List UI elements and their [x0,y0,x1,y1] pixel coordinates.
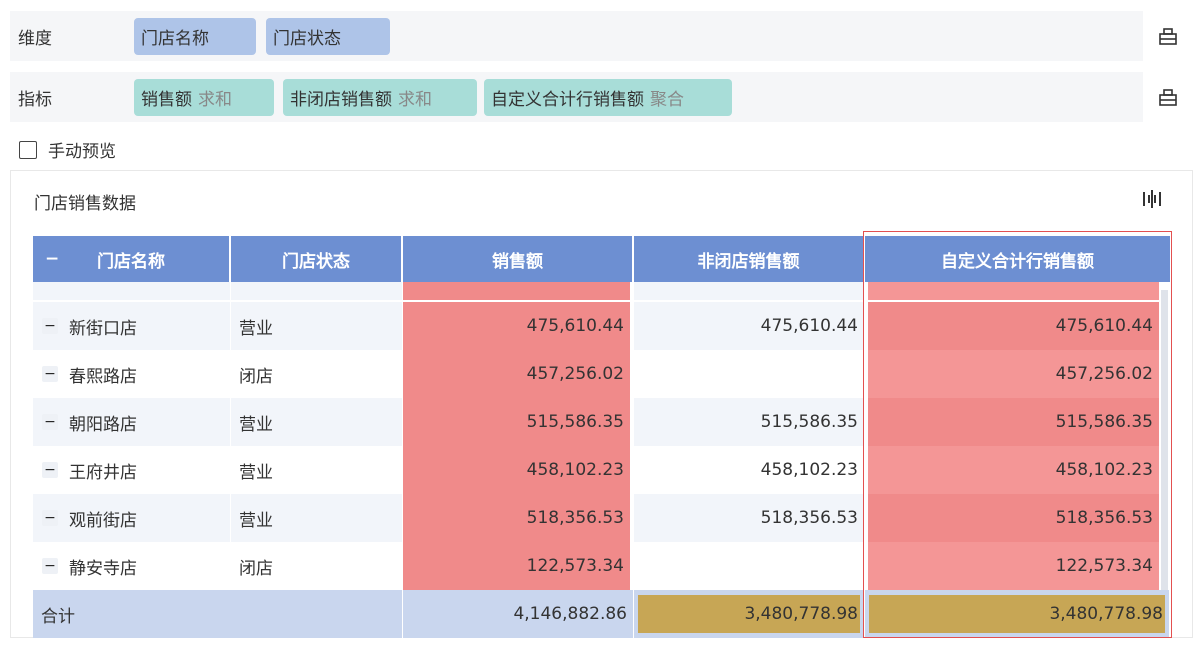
header-label: 自定义合计行销售额 [941,251,1094,272]
collapse-row-icon[interactable]: − [42,318,58,334]
sales-table: − 门店名称 门店状态 销售额 非闭店销售额 自定义合计行销售额 − 新街口店 营业… [33,236,1170,638]
header-custom-total-sales[interactable]: 自定义合计行销售额 [865,236,1170,282]
manual-preview-toggle[interactable]: 手动预览 [19,137,116,162]
custom-sales-value: 475,610.44 [868,302,1160,350]
measure-bar: 指标 销售额 求和 非闭店销售额 求和 自定义合计行销售额 聚合 [10,72,1193,122]
table-row-partial [634,282,865,300]
header-open-sales[interactable]: 非闭店销售额 [634,236,865,282]
sales-value: 458,102.23 [403,446,631,494]
manual-preview-checkbox[interactable] [19,140,37,159]
header-label: 门店状态 [282,251,350,272]
measure-bar-label: 指标 [10,72,126,122]
header-label: 非闭店销售额 [697,251,800,272]
total-sales: 4,146,882.86 [403,590,634,638]
store-name: 静安寺店 [69,558,137,579]
open-sales-value [634,350,865,398]
manual-preview-label: 手动预览 [48,142,116,162]
measure-chip-name: 非闭店销售额 [290,90,392,110]
dimension-bar-label: 维度 [10,11,126,61]
open-sales-value: 475,610.44 [634,302,865,350]
table-row-store-name: − 王府井店 [33,446,231,494]
measure-chip-name: 销售额 [141,90,192,110]
table-row-store-name: − 观前街店 [33,494,231,542]
chart-type-button[interactable] [1142,189,1162,214]
dimension-chip-label: 门店名称 [141,29,209,49]
table-row-store-name: − 新街口店 [33,302,231,350]
collapse-all-icon[interactable]: − [45,249,59,269]
total-custom-sales: 3,480,778.98 [869,595,1165,633]
store-name: 春熙路店 [69,366,137,387]
collapse-row-icon[interactable]: − [42,414,58,430]
custom-sales-value: 515,586.35 [868,398,1160,446]
collapse-row-icon[interactable]: − [42,366,58,382]
open-sales-value: 518,356.53 [634,494,865,542]
measure-chip-sales[interactable]: 销售额 求和 [134,79,274,116]
sales-value: 475,610.44 [403,302,631,350]
table-row-store-name: − 朝阳路店 [33,398,231,446]
measure-chip-agg: 求和 [198,90,232,110]
split-measure-icon [1159,89,1177,106]
measure-settings-button[interactable] [1143,72,1193,122]
dimension-chip-label: 门店状态 [273,29,341,49]
split-dimension-icon [1159,28,1177,45]
column-layout-icon [1143,190,1161,208]
dimension-settings-button[interactable] [1143,11,1193,61]
table-row-partial [33,282,231,300]
header-label: 门店名称 [97,251,165,272]
table-row-partial [403,282,631,300]
store-status: 营业 [231,446,403,494]
store-name: 新街口店 [69,318,137,339]
custom-sales-value: 518,356.53 [868,494,1160,542]
total-open-sales-cell: 3,480,778.98 [634,590,865,638]
custom-sales-value: 457,256.02 [868,350,1160,398]
measure-chip-name: 自定义合计行销售额 [491,90,644,110]
sales-value: 518,356.53 [403,494,631,542]
table-row-store-name: − 春熙路店 [33,350,231,398]
measure-chip-agg: 求和 [398,90,432,110]
panel-title: 门店销售数据 [34,194,136,214]
total-open-sales: 3,480,778.98 [638,595,860,633]
dimension-chip-store-status[interactable]: 门店状态 [266,18,390,55]
store-name: 王府井店 [69,462,137,483]
measure-chip-open-sales[interactable]: 非闭店销售额 求和 [283,79,477,116]
measure-drop-zone[interactable]: 销售额 求和 非闭店销售额 求和 自定义合计行销售额 聚合 [128,72,1137,122]
header-store-name[interactable]: − 门店名称 [33,236,231,282]
store-status: 闭店 [231,350,403,398]
collapse-row-icon[interactable]: − [42,558,58,574]
total-label: 合计 [33,590,403,638]
sales-value: 515,586.35 [403,398,631,446]
table-row-partial [868,282,1160,300]
total-custom-cell: 3,480,778.98 [865,590,1170,638]
open-sales-value: 515,586.35 [634,398,865,446]
store-status: 营业 [231,494,403,542]
table-scrollbar[interactable] [1161,290,1168,590]
dimension-drop-zone[interactable]: 门店名称 门店状态 [128,11,1137,61]
store-status: 营业 [231,302,403,350]
header-store-status[interactable]: 门店状态 [231,236,403,282]
table-row-store-name: − 静安寺店 [33,542,231,590]
open-sales-value [634,542,865,590]
custom-sales-value: 458,102.23 [868,446,1160,494]
store-status: 营业 [231,398,403,446]
store-name: 观前街店 [69,510,137,531]
custom-sales-value: 122,573.34 [868,542,1160,590]
sales-value: 122,573.34 [403,542,631,590]
collapse-row-icon[interactable]: − [42,510,58,526]
open-sales-value: 458,102.23 [634,446,865,494]
measure-chip-agg: 聚合 [650,90,684,110]
store-status: 闭店 [231,542,403,590]
collapse-row-icon[interactable]: − [42,462,58,478]
measure-chip-custom-total-sales[interactable]: 自定义合计行销售额 聚合 [484,79,732,116]
header-label: 销售额 [492,251,543,272]
sales-value: 457,256.02 [403,350,631,398]
header-sales[interactable]: 销售额 [403,236,634,282]
dimension-bar: 维度 门店名称 门店状态 [10,11,1193,61]
store-name: 朝阳路店 [69,414,137,435]
dimension-chip-store-name[interactable]: 门店名称 [134,18,256,55]
table-row-partial [231,282,403,300]
